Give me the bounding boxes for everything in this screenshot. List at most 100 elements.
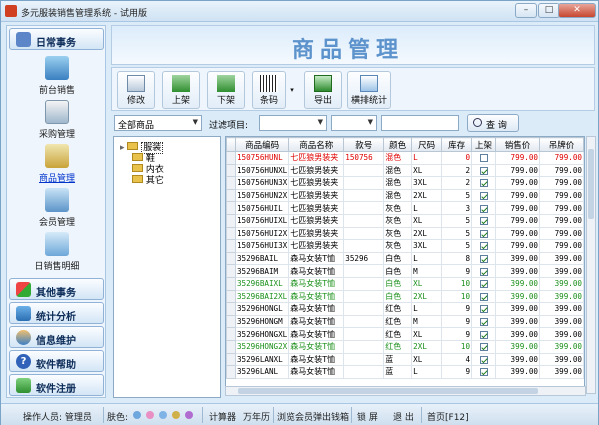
cell-name[interactable]: 七匹狼男装夹	[288, 163, 345, 178]
cell-color[interactable]: 红色	[383, 302, 413, 316]
cell-tag[interactable]: 799.00	[538, 188, 584, 203]
cell-stock[interactable]: 5	[441, 239, 473, 253]
row-header[interactable]	[226, 264, 236, 278]
listed-checkbox[interactable]	[479, 330, 488, 339]
listed-checkbox[interactable]	[479, 229, 488, 238]
list-on-button[interactable]: 上架	[162, 71, 200, 109]
row-header[interactable]	[226, 226, 236, 241]
cell-size[interactable]: M	[411, 314, 443, 329]
cell-size[interactable]: L	[411, 302, 443, 316]
nav-item-goods[interactable]: 商品管理	[17, 144, 97, 188]
filter-operator-select[interactable]: ▼	[331, 115, 377, 131]
listed-checkbox-cell[interactable]	[471, 289, 497, 304]
nav-item-member[interactable]: 会员管理	[17, 188, 97, 232]
listed-checkbox-cell[interactable]	[471, 352, 497, 367]
calendar-button[interactable]: 万年历	[243, 410, 270, 423]
listed-checkbox-cell[interactable]	[471, 151, 497, 165]
cell-stock[interactable]: 3	[441, 201, 473, 215]
skin-gold-button[interactable]	[172, 411, 180, 419]
row-header[interactable]	[226, 201, 236, 215]
cell-name[interactable]: 森马女装T恤	[288, 314, 345, 329]
cell-style[interactable]	[343, 213, 385, 228]
skin-lightblue-button[interactable]	[159, 411, 167, 419]
cell-size[interactable]: L	[411, 201, 443, 215]
cell-size[interactable]: XL	[411, 163, 443, 178]
cell-style[interactable]	[343, 188, 385, 203]
cell-size[interactable]: XL	[411, 352, 443, 367]
nav-daily-header[interactable]: 日常事务	[9, 28, 104, 50]
cell-sale[interactable]: 399.00	[495, 352, 540, 367]
cell-sale[interactable]: 799.00	[495, 213, 540, 228]
edit-button[interactable]: 修改	[117, 71, 155, 109]
cell-stock[interactable]: 10	[441, 289, 473, 304]
row-header[interactable]	[226, 327, 236, 341]
cell-size[interactable]: 3XL	[411, 176, 443, 190]
listed-checkbox[interactable]	[479, 318, 488, 327]
listed-checkbox-cell[interactable]	[471, 365, 497, 379]
cell-size[interactable]: 2XL	[411, 289, 443, 304]
cell-size[interactable]: L	[411, 151, 443, 165]
cell-tag[interactable]: 799.00	[538, 226, 584, 241]
cell-color[interactable]: 灰色	[383, 201, 413, 215]
cell-sale[interactable]: 799.00	[495, 188, 540, 203]
search-button[interactable]: 查 询	[467, 114, 519, 132]
cell-style[interactable]	[343, 289, 385, 304]
cell-stock[interactable]: 9	[441, 302, 473, 316]
cell-size[interactable]: 2XL	[411, 226, 443, 241]
cell-style[interactable]	[343, 327, 385, 341]
cell-stock[interactable]: 9	[441, 327, 473, 341]
cell-name[interactable]: 七匹狼男装夹	[288, 226, 345, 241]
cell-code[interactable]: 35296BAI2XL	[234, 289, 290, 304]
cell-code[interactable]: 150756HUIL	[234, 201, 290, 215]
table-row[interactable]: 35296HONGM 森马女装T恤 红色 M 9 399.00 399.00	[226, 314, 584, 329]
cell-code[interactable]: 35296HONG2X	[234, 339, 290, 354]
table-row[interactable]: 35296BAIXL 森马女装T恤 白色 XL 10 399.00 399.00	[226, 276, 584, 291]
cell-code[interactable]: 150756HUNL	[234, 151, 290, 165]
nav-section-info[interactable]: 信息维护	[9, 326, 104, 348]
cell-code[interactable]: 150756HUI2X	[234, 226, 290, 241]
cell-name[interactable]: 森马女装T恤	[288, 365, 345, 379]
listed-checkbox[interactable]	[479, 280, 488, 289]
cell-name[interactable]: 森马女装T恤	[288, 302, 345, 316]
table-row[interactable]: 150756HUIXL 七匹狼男装夹 灰色 XL 5 799.00 799.00	[226, 213, 584, 228]
nav-item-daily-detail[interactable]: 日销售明细	[17, 232, 97, 276]
cell-sale[interactable]: 799.00	[495, 239, 540, 253]
cell-style[interactable]	[343, 264, 385, 278]
listed-checkbox-cell[interactable]	[471, 264, 497, 278]
cell-style[interactable]: 150756	[343, 151, 385, 165]
column-header[interactable]: 商品编码	[234, 137, 290, 152]
cell-tag[interactable]: 399.00	[538, 251, 584, 266]
cell-size[interactable]: L	[411, 251, 443, 266]
lock-screen-button[interactable]: 锁 屏	[357, 410, 378, 423]
cell-color[interactable]: 红色	[383, 314, 413, 329]
cell-stock[interactable]: 0	[441, 151, 473, 165]
cell-tag[interactable]: 799.00	[538, 176, 584, 190]
tree-node-other[interactable]: 其它	[132, 173, 164, 186]
cell-sale[interactable]: 399.00	[495, 264, 540, 278]
cell-size[interactable]: L	[411, 365, 443, 379]
cash-drawer-button[interactable]: 弹出钱箱	[313, 410, 349, 423]
cell-code[interactable]: 35296LANL	[234, 365, 290, 379]
listed-checkbox[interactable]	[479, 343, 488, 352]
cell-stock[interactable]: 8	[441, 251, 473, 266]
cell-style[interactable]	[343, 339, 385, 354]
listed-checkbox-cell[interactable]	[471, 176, 497, 190]
cell-name[interactable]: 森马女装T恤	[288, 276, 345, 291]
row-header[interactable]	[226, 352, 236, 367]
cell-sale[interactable]: 799.00	[495, 151, 540, 165]
category-select[interactable]: 全部商品 ▼	[114, 115, 202, 131]
browse-member-button[interactable]: 浏览会员	[277, 410, 313, 423]
table-row[interactable]: 35296BAIM 森马女装T恤 白色 M 9 399.00 399.00	[226, 264, 584, 278]
cell-size[interactable]: XL	[411, 276, 443, 291]
nav-item-pos[interactable]: 前台销售	[17, 56, 97, 100]
export-button[interactable]: 导出	[304, 71, 342, 109]
cell-color[interactable]: 白色	[383, 264, 413, 278]
cell-tag[interactable]: 399.00	[538, 314, 584, 329]
cell-tag[interactable]: 799.00	[538, 151, 584, 165]
listed-checkbox-cell[interactable]	[471, 163, 497, 178]
cell-code[interactable]: 150756HUN3X	[234, 176, 290, 190]
filter-value-input[interactable]	[381, 115, 459, 131]
cell-tag[interactable]: 799.00	[538, 201, 584, 215]
cell-name[interactable]: 七匹狼男装夹	[288, 151, 345, 165]
cell-sale[interactable]: 399.00	[495, 276, 540, 291]
